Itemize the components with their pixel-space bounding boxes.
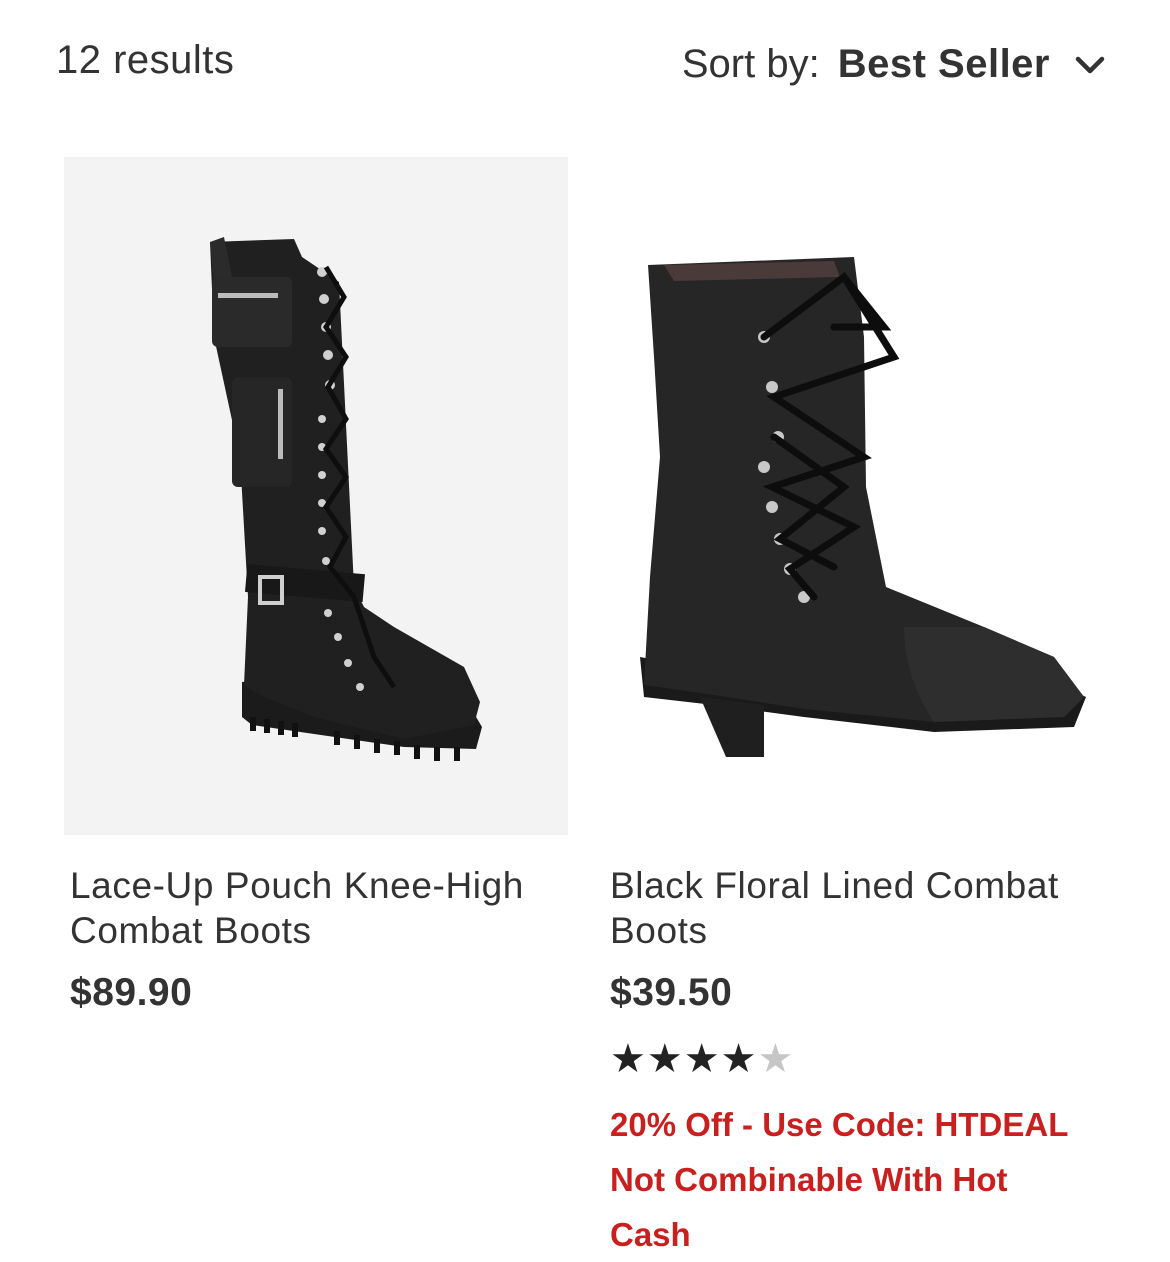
product-price: $39.50 — [610, 971, 733, 1014]
promo-line: 20% Off - Use Code: HTDEAL — [610, 1106, 1069, 1143]
product-image[interactable] — [604, 157, 1108, 835]
knee-high-boot-icon — [210, 237, 482, 761]
sort-selected-value: Best Seller — [837, 42, 1050, 86]
star-filled-icon: ★ — [646, 1037, 683, 1081]
star-filled-icon: ★ — [683, 1037, 720, 1081]
star-filled-icon: ★ — [720, 1037, 757, 1081]
rating-stars: ★ ★ ★ ★ ★ — [604, 1039, 1108, 1079]
results-count: 12 results — [56, 38, 235, 82]
star-empty-icon: ★ — [757, 1037, 794, 1081]
product-image[interactable] — [64, 157, 568, 835]
product-title[interactable]: Black Floral Lined Combat Boots — [604, 863, 1108, 953]
product-card[interactable]: Lace-Up Pouch Knee-High Combat Boots $89… — [64, 157, 568, 1015]
promo-message: 20% Off - Use Code: HTDEAL Not Combinabl… — [604, 1097, 1084, 1262]
results-toolbar: 12 results Sort by: Best Seller — [0, 0, 1170, 120]
chevron-down-icon — [1075, 56, 1105, 73]
product-title[interactable]: Lace-Up Pouch Knee-High Combat Boots — [64, 863, 568, 953]
combat-boot-icon — [640, 257, 1086, 757]
sort-label: Sort by: — [681, 42, 820, 86]
star-filled-icon: ★ — [610, 1037, 646, 1081]
product-price: $89.90 — [70, 971, 193, 1014]
product-card[interactable]: Black Floral Lined Combat Boots $39.50 ★… — [604, 157, 1108, 1262]
promo-line: Not Combinable With Hot Cash — [610, 1161, 1008, 1253]
sort-dropdown[interactable]: Sort by: Best Seller — [682, 42, 1108, 87]
